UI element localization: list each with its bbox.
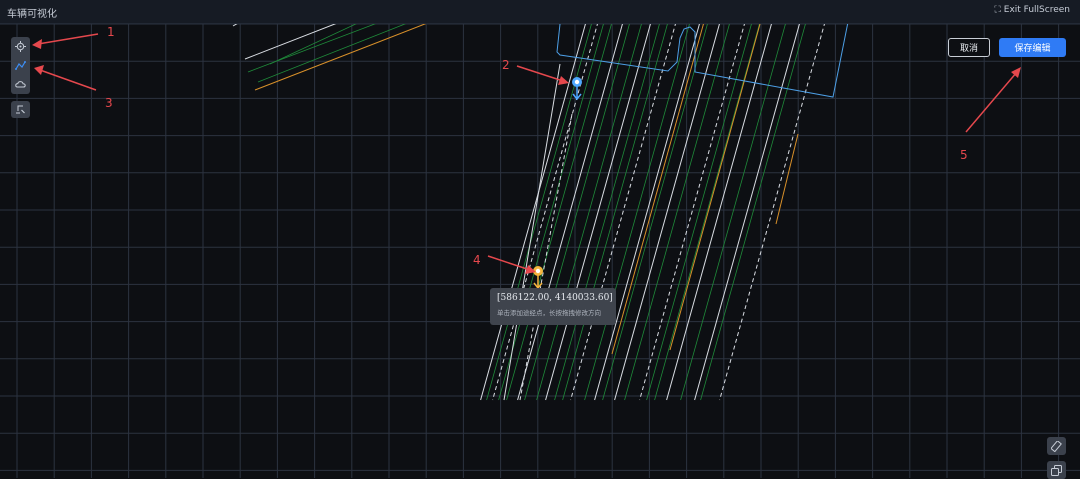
lane-line <box>614 24 720 401</box>
annotation-label-5: 5 <box>960 148 968 162</box>
lane-line <box>247 24 376 73</box>
save-edit-button[interactable]: 保存编辑 <box>999 38 1066 57</box>
draw-path-tool[interactable] <box>11 56 30 75</box>
lane-line <box>666 24 772 401</box>
app-title: 车辆可视化 <box>7 9 57 20</box>
locate-point-tool[interactable] <box>11 37 30 56</box>
layers-button[interactable] <box>1047 461 1066 479</box>
tooltip-hint: 单击添加途经点，长按拖拽修改方向 <box>497 309 601 317</box>
compress-arrows-icon: ⛶ <box>994 5 1001 15</box>
end-marker[interactable] <box>533 266 543 290</box>
lane-line <box>254 24 427 91</box>
path-icon <box>15 61 26 70</box>
lane-line <box>594 24 700 401</box>
lane-line <box>584 24 690 401</box>
copy-layers-icon <box>1051 464 1062 476</box>
route-edit-tool[interactable] <box>11 101 30 118</box>
ruler-icon <box>1051 440 1062 452</box>
route-edit-icon <box>16 105 25 114</box>
lane-line <box>536 24 642 401</box>
lane-line <box>646 24 752 401</box>
draw-region-tool[interactable] <box>11 75 30 94</box>
lane-line <box>257 24 407 83</box>
waypoint-tooltip: [586122.00, 4140033.60] 单击添加途经点，长按拖拽修改方向 <box>490 288 616 325</box>
title-bar: 车辆可视化 ⛶ Exit FullScreen <box>0 0 1080 24</box>
map-drawing <box>0 24 1080 478</box>
crosshair-icon <box>15 41 26 52</box>
annotation-label-3: 3 <box>105 96 113 110</box>
exit-fullscreen-label: Exit FullScreen <box>1003 5 1070 15</box>
lane-line <box>669 24 761 351</box>
lane-line <box>700 24 806 401</box>
annotation-label-4: 4 <box>473 253 481 267</box>
cancel-button[interactable]: 取消 <box>948 38 990 57</box>
lane-line <box>694 24 800 401</box>
lane-line <box>611 24 704 355</box>
annotation-label-1: 1 <box>107 25 115 39</box>
ruler-button[interactable] <box>1047 437 1066 455</box>
lane-line <box>624 24 730 401</box>
lane-lines <box>232 24 825 401</box>
annotation-label-2: 2 <box>502 58 510 72</box>
exit-fullscreen-button[interactable]: ⛶ Exit FullScreen <box>994 5 1070 15</box>
lane-line <box>570 24 676 401</box>
lane-line <box>498 24 604 401</box>
lane-line <box>680 24 786 401</box>
cloud-shape-icon <box>15 81 26 88</box>
map-canvas[interactable] <box>0 24 1080 478</box>
draw-tool-group <box>11 37 30 94</box>
lane-line <box>492 24 598 401</box>
tooltip-coordinate: [586122.00, 4140033.60] <box>497 293 613 303</box>
